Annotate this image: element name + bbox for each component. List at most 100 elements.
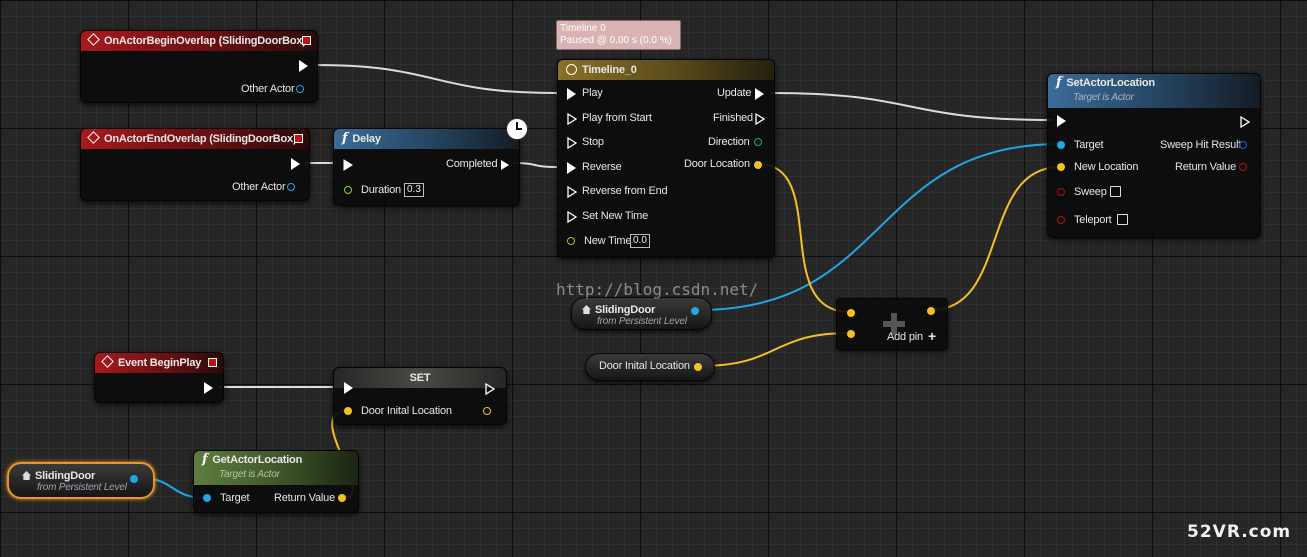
- pin-label-sweep-hit-result: Sweep Hit Result: [1160, 139, 1242, 151]
- return-value-pin[interactable]: [1239, 163, 1247, 171]
- vector-wire: [699, 332, 851, 367]
- teleport-pin[interactable]: [1057, 216, 1065, 224]
- node-header: OnActorEndOverlap (SlidingDoorBox): [81, 129, 309, 149]
- sliding-door-out-pin[interactable]: [130, 475, 138, 483]
- stop-exec-pin[interactable]: [567, 136, 578, 150]
- node-header: f GetActorLocation Target is Actor: [194, 451, 358, 485]
- delegate-icon: [294, 134, 303, 143]
- add-input-b-pin[interactable]: [847, 330, 855, 338]
- other-actor-pin[interactable]: [296, 85, 304, 93]
- door-initial-location-out-pin[interactable]: [694, 363, 702, 371]
- direction-pin[interactable]: [754, 138, 762, 146]
- vector-add-node[interactable]: Add pin +: [836, 298, 948, 350]
- exec-out-pin[interactable]: [299, 60, 308, 72]
- add-input-a-pin[interactable]: [847, 309, 855, 317]
- new-time-pin[interactable]: [567, 237, 575, 245]
- sliding-door-variable-node-selected[interactable]: SlidingDoor from Persistent Level: [7, 462, 155, 499]
- add-pin-plus-icon[interactable]: +: [928, 328, 936, 344]
- pin-label-reverse: Reverse: [582, 161, 622, 173]
- return-value-pin[interactable]: [338, 494, 346, 502]
- pin-label-new-location: New Location: [1074, 161, 1139, 173]
- pin-label-finished: Finished: [713, 112, 753, 124]
- pin-label-other-actor: Other Actor: [232, 181, 286, 193]
- reverse-from-end-exec-pin[interactable]: [567, 185, 578, 199]
- variable-title: SlidingDoor: [582, 304, 655, 316]
- add-pin-label[interactable]: Add pin: [887, 331, 923, 343]
- event-begin-play-node[interactable]: Event BeginPlay: [94, 352, 224, 403]
- tooltip-line: Timeline 0: [560, 23, 606, 34]
- exec-in-pin[interactable]: [1057, 115, 1066, 127]
- exec-out-pin[interactable]: [485, 382, 496, 396]
- node-header: Event BeginPlay: [95, 353, 223, 373]
- sweep-hit-result-pin[interactable]: [1239, 141, 1247, 149]
- node-header: Timeline_0: [558, 60, 774, 80]
- variable-name: Door Inital Location: [599, 360, 690, 372]
- pin-label-target: Target: [1074, 139, 1104, 151]
- exec-out-pin[interactable]: [204, 382, 213, 394]
- play-exec-pin[interactable]: [567, 88, 576, 100]
- pin-label-duration: Duration: [361, 184, 401, 196]
- pin-label-play: Play: [582, 87, 603, 99]
- finished-exec-pin[interactable]: [755, 112, 766, 126]
- pin-label-set-new-time: Set New Time: [582, 210, 649, 222]
- pin-label-stop: Stop: [582, 136, 604, 148]
- on-actor-begin-overlap-node[interactable]: OnActorBeginOverlap (SlidingDoorBox) Oth…: [80, 30, 318, 103]
- play-from-start-exec-pin[interactable]: [567, 112, 578, 126]
- new-location-pin[interactable]: [1057, 163, 1065, 171]
- delay-node[interactable]: f Delay Completed Duration 0.3: [333, 128, 520, 206]
- pin-label-reverse-from-end: Reverse from End: [582, 185, 668, 197]
- pin-label-play-from-start: Play from Start: [582, 112, 652, 124]
- pin-label-return-value: Return Value: [274, 492, 335, 504]
- node-title: OnActorEndOverlap (SlidingDoorBox): [104, 133, 297, 145]
- set-actor-location-node[interactable]: f SetActorLocation Target is Actor Target …: [1047, 73, 1261, 238]
- add-output-pin[interactable]: [927, 307, 935, 315]
- get-actor-location-node[interactable]: f GetActorLocation Target is Actor Target …: [193, 450, 359, 513]
- door-initial-location-variable-node[interactable]: Door Inital Location: [585, 353, 715, 381]
- latent-clock-icon: [506, 118, 528, 140]
- duration-pin[interactable]: [344, 186, 352, 194]
- target-pin[interactable]: [1057, 141, 1065, 149]
- level-actor-icon: [582, 305, 591, 314]
- exec-in-pin[interactable]: [344, 382, 353, 394]
- completed-exec-pin[interactable]: [500, 158, 510, 170]
- sweep-checkbox[interactable]: [1110, 186, 1121, 197]
- variable-name: SlidingDoor: [595, 304, 656, 316]
- door-initial-location-in-pin[interactable]: [344, 407, 352, 415]
- timeline-node[interactable]: Timeline_0 Play Play from Start Stop Rev…: [557, 59, 775, 258]
- node-title: SET: [409, 372, 431, 384]
- exec-in-pin[interactable]: [343, 158, 353, 171]
- exec-out-pin[interactable]: [291, 158, 300, 170]
- node-header: f Delay: [334, 129, 519, 149]
- exec-wire: [770, 92, 1054, 121]
- node-title: GetActorLocation: [212, 454, 303, 466]
- clock-icon: [566, 64, 577, 75]
- node-title: Delay: [352, 133, 381, 145]
- node-title: OnActorBeginOverlap (SlidingDoorBox): [104, 35, 306, 47]
- variable-subtitle: from Persistent Level: [37, 482, 127, 493]
- sweep-pin[interactable]: [1057, 188, 1065, 196]
- node-title: SetActorLocation: [1066, 77, 1155, 89]
- other-actor-pin[interactable]: [287, 183, 295, 191]
- pin-label-door-location: Door Location: [684, 158, 750, 170]
- sliding-door-out-pin[interactable]: [691, 307, 699, 315]
- duration-value-field[interactable]: 0.3: [404, 183, 424, 197]
- on-actor-end-overlap-node[interactable]: OnActorEndOverlap (SlidingDoorBox) Other…: [80, 128, 310, 201]
- sliding-door-variable-node[interactable]: SlidingDoor from Persistent Level: [571, 297, 712, 330]
- node-subtitle: Target is Actor: [1073, 92, 1134, 103]
- teleport-checkbox[interactable]: [1117, 214, 1128, 225]
- exec-out-pin[interactable]: [1240, 115, 1251, 129]
- reverse-exec-pin[interactable]: [567, 162, 576, 174]
- update-exec-pin[interactable]: [755, 88, 764, 100]
- tooltip-line: Paused @ 0.00 s (0.0 %): [560, 35, 672, 46]
- set-new-time-exec-pin[interactable]: [567, 210, 578, 224]
- target-pin[interactable]: [203, 494, 211, 502]
- node-header: OnActorBeginOverlap (SlidingDoorBox): [81, 31, 317, 51]
- set-variable-node[interactable]: SET Door Inital Location: [333, 367, 507, 425]
- node-header: f SetActorLocation Target is Actor: [1048, 74, 1260, 108]
- door-location-pin[interactable]: [754, 161, 762, 169]
- new-time-value-field[interactable]: 0.0: [630, 234, 650, 248]
- event-icon: [87, 131, 100, 144]
- door-initial-location-out-pin[interactable]: [483, 407, 491, 415]
- node-subtitle: Target is Actor: [219, 469, 280, 480]
- delegate-icon: [208, 358, 217, 367]
